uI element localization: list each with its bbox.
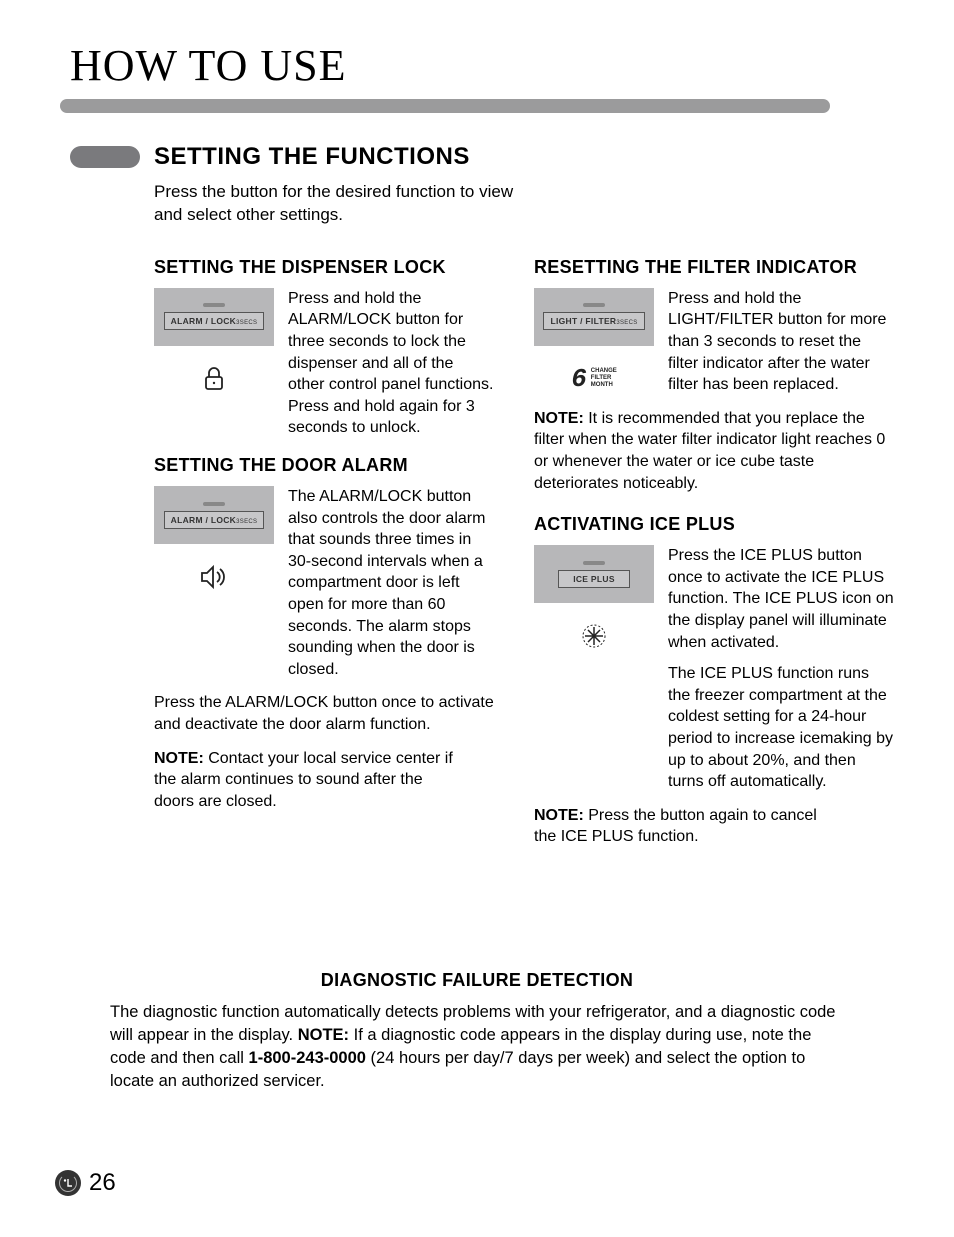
diagnostic-title: DIAGNOSTIC FAILURE DETECTION (60, 970, 894, 991)
dispenser-lock-body: Press and hold the ALARM/LOCK button for… (288, 288, 494, 439)
section-intro: Press the button for the desired functio… (154, 181, 544, 227)
right-column: RESETTING THE FILTER INDICATOR LIGHT / F… (534, 257, 894, 860)
dispenser-lock-title: SETTING THE DISPENSER LOCK (154, 257, 494, 278)
title-divider (60, 99, 830, 113)
ice-plus-title: ACTIVATING ICE PLUS (534, 514, 894, 535)
left-column: SETTING THE DISPENSER LOCK ALARM / LOCK3… (154, 257, 494, 860)
page-number: 26 (89, 1169, 116, 1197)
page-footer: 26 (55, 1169, 116, 1197)
ice-plus-note: NOTE: Press the button again to cancel t… (534, 805, 824, 848)
section-header: SETTING THE FUNCTIONS (70, 143, 894, 171)
door-alarm-note: NOTE: Contact your local service center … (154, 748, 454, 813)
light-filter-button-graphic: LIGHT / FILTER3SECS (534, 288, 654, 346)
lg-logo-icon (55, 1170, 81, 1196)
filter-note: NOTE: It is recommended that you replace… (534, 408, 894, 494)
door-alarm-para2: Press the ALARM/LOCK button once to acti… (154, 692, 494, 735)
filter-month-icon: 6 CHANGEFILTERMONTH (571, 364, 617, 394)
snowflake-icon (579, 621, 609, 651)
door-alarm-body: The ALARM/LOCK button also controls the … (288, 486, 494, 680)
lock-icon (199, 364, 229, 394)
diagnostic-body: The diagnostic function automatically de… (110, 1001, 844, 1093)
section-pill (70, 146, 140, 168)
page-title: HOW TO USE (70, 40, 894, 91)
speaker-icon (199, 562, 229, 592)
ice-plus-button-graphic: ICE PLUS (534, 545, 654, 603)
section-title: SETTING THE FUNCTIONS (154, 143, 470, 171)
ice-plus-body2: The ICE PLUS function runs the freezer c… (668, 663, 894, 793)
diagnostic-section: DIAGNOSTIC FAILURE DETECTION The diagnos… (60, 970, 894, 1093)
filter-body: Press and hold the LIGHT/FILTER button f… (668, 288, 894, 396)
filter-title: RESETTING THE FILTER INDICATOR (534, 257, 894, 278)
ice-plus-body1: Press the ICE PLUS button once to activa… (668, 545, 894, 653)
alarm-lock-button-graphic: ALARM / LOCK3SECS (154, 288, 274, 346)
door-alarm-title: SETTING THE DOOR ALARM (154, 455, 494, 476)
alarm-lock-button-graphic-2: ALARM / LOCK3SECS (154, 486, 274, 544)
